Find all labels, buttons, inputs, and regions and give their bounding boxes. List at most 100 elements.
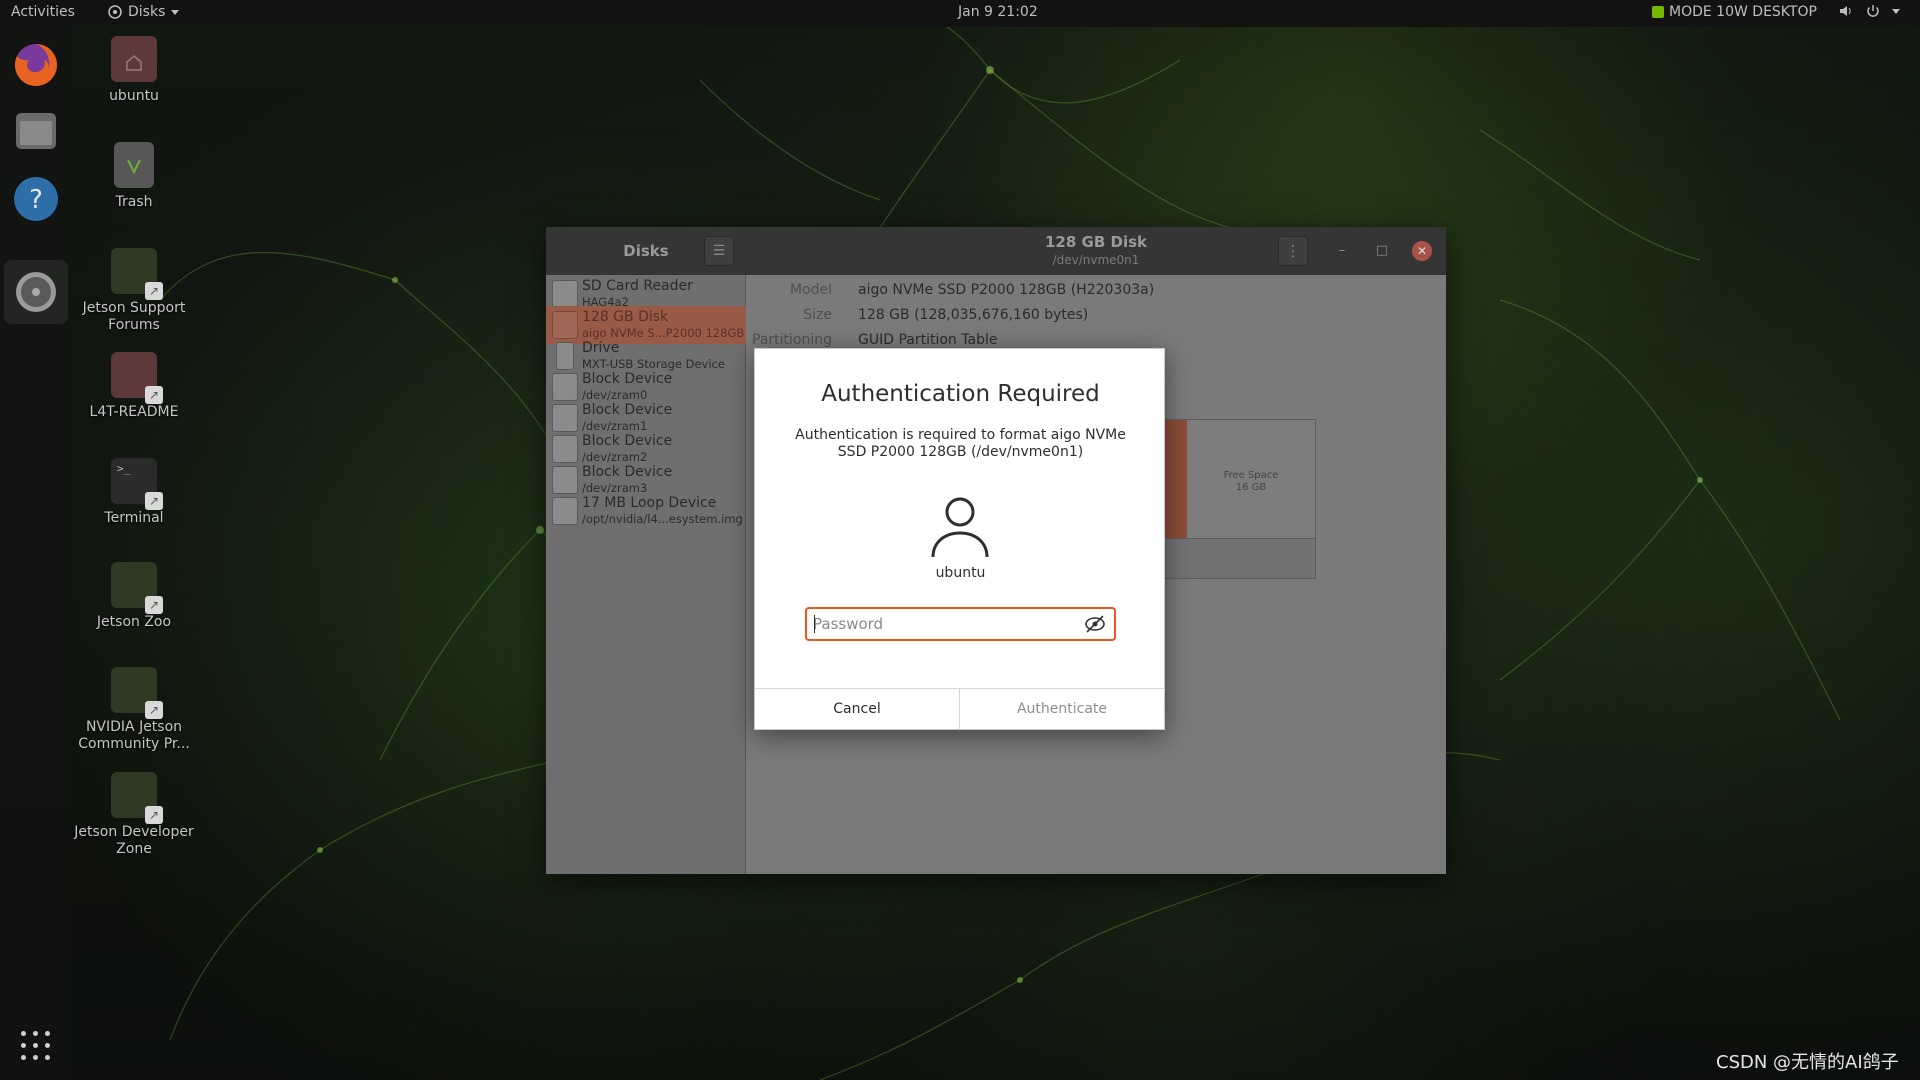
- kebab-menu-icon: ⋮: [1285, 242, 1301, 260]
- device-list: SD Card Reader HAG4a2 128 GB Disk aigo N…: [546, 275, 746, 874]
- desktop-icon-label: Jetson Zoo: [96, 614, 172, 630]
- desktop-icon-jetson-zoo[interactable]: ↗ Jetson Zoo: [69, 562, 199, 631]
- close-button[interactable]: ✕: [1412, 241, 1432, 261]
- close-icon: ✕: [1416, 244, 1428, 258]
- home-folder-icon: [111, 36, 157, 82]
- app-menu[interactable]: Disks: [108, 4, 180, 20]
- authenticate-button[interactable]: Authenticate: [960, 689, 1164, 730]
- chevron-down-icon: [171, 9, 180, 15]
- link-arrow-icon: ↗: [145, 492, 163, 510]
- device-item-loop-device[interactable]: 17 MB Loop Device /opt/nvidia/l4...esyst…: [546, 492, 746, 530]
- menu-icon: ☰: [712, 243, 726, 259]
- link-arrow-icon: ↗: [145, 596, 163, 614]
- device-name: Block Device: [582, 464, 673, 480]
- disks-app-icon: [108, 5, 122, 19]
- top-bar: Activities Disks Jan 9 21:02 MODE 10W DE…: [0, 0, 1920, 27]
- hide-password-icon[interactable]: [1083, 613, 1107, 635]
- maximize-button[interactable]: □: [1372, 241, 1392, 261]
- desktop-icon-label: NVIDIA Jetson Community Pr...: [78, 719, 190, 752]
- block-device-icon: [552, 466, 578, 494]
- desktop-icon-terminal[interactable]: >_ ↗ Terminal: [69, 458, 199, 527]
- link-arrow-icon: ↗: [145, 701, 163, 719]
- desktop-icon-label: Trash: [115, 194, 153, 210]
- cancel-button[interactable]: Cancel: [755, 689, 960, 730]
- dock-item-help[interactable]: ?: [12, 175, 60, 223]
- desktop-icon-label: Jetson Support Forums: [82, 300, 186, 333]
- app-menu-label: Disks: [128, 4, 166, 20]
- trash-icon: [114, 142, 154, 188]
- desktop-icon-home[interactable]: ubuntu: [69, 36, 199, 105]
- firefox-icon: [14, 44, 57, 86]
- link-arrow-icon: ↗: [145, 806, 163, 824]
- power-icon: [1867, 5, 1879, 17]
- password-input[interactable]: [813, 613, 1073, 635]
- password-field[interactable]: [805, 607, 1116, 641]
- device-name: SD Card Reader: [582, 278, 693, 294]
- dock-item-firefox[interactable]: [12, 41, 60, 89]
- hamburger-menu-button[interactable]: ☰: [704, 236, 734, 266]
- watermark: CSDN @无情的AI鸽子: [1716, 1052, 1899, 1073]
- nvidia-link-icon: ↗: [111, 667, 163, 719]
- desktop-icon-jetson-developer-zone[interactable]: ↗ Jetson Developer Zone: [69, 772, 199, 858]
- block-device-icon: [552, 373, 578, 401]
- device-name: Block Device: [582, 402, 673, 418]
- nvidia-link-icon: ↗: [111, 772, 163, 824]
- authentication-dialog: Authentication Required Authentication i…: [754, 348, 1165, 730]
- desktop-icon-label: Terminal: [104, 510, 164, 526]
- dialog-title: Authentication Required: [821, 381, 1100, 407]
- disk-path: /dev/nvme0n1: [1052, 253, 1140, 267]
- size-value: 128 GB (128,035,676,160 bytes): [858, 307, 1089, 323]
- clock[interactable]: Jan 9 21:02: [958, 4, 1038, 20]
- system-menu[interactable]: [1838, 3, 1900, 19]
- loop-device-icon: [552, 497, 578, 525]
- device-name: Block Device: [582, 371, 673, 387]
- desktop-icon-label: ubuntu: [109, 88, 159, 104]
- text-cursor: [814, 615, 815, 633]
- power-mode-label: MODE 10W DESKTOP: [1669, 4, 1817, 20]
- device-name: Block Device: [582, 433, 673, 449]
- model-value: aigo NVMe SSD P2000 128GB (H220303a): [858, 282, 1155, 298]
- usb-drive-icon: [556, 342, 574, 370]
- disks-icon: [16, 272, 56, 312]
- dock-item-disks[interactable]: [12, 268, 60, 316]
- dialog-button-row: Cancel Authenticate: [755, 688, 1164, 730]
- power-mode-indicator[interactable]: MODE 10W DESKTOP: [1652, 4, 1817, 20]
- desktop-icon-jetson-community[interactable]: ↗ NVIDIA Jetson Community Pr...: [69, 667, 199, 753]
- disk-title: 128 GB Disk: [1045, 233, 1147, 251]
- svg-text:?: ?: [29, 185, 43, 215]
- block-device-icon: [552, 435, 578, 463]
- device-name: 128 GB Disk: [582, 309, 669, 325]
- chevron-down-icon: [1892, 8, 1900, 14]
- block-device-icon: [552, 404, 578, 432]
- dock-item-files[interactable]: [12, 107, 60, 155]
- drive-options-button[interactable]: ⋮: [1278, 236, 1308, 266]
- link-arrow-icon: ↗: [145, 386, 163, 404]
- files-icon: [16, 113, 56, 149]
- free-space-segment[interactable]: Free Space 16 GB: [1187, 420, 1315, 538]
- partitioning-label: Partitioning: [752, 332, 832, 348]
- desktop-icon-jetson-support-forums[interactable]: ↗ Jetson Support Forums: [69, 248, 199, 334]
- nvidia-link-icon: ↗: [111, 562, 163, 614]
- show-applications-button[interactable]: [21, 1031, 51, 1061]
- sd-card-icon: [552, 280, 578, 308]
- dock: ?: [0, 27, 72, 1080]
- user-avatar-icon: [931, 497, 989, 558]
- partitioning-value: GUID Partition Table: [858, 332, 998, 348]
- dialog-message: Authentication is required to format aig…: [795, 427, 1126, 460]
- ssd-icon: [552, 311, 578, 339]
- free-space-size: 16 GB: [1235, 482, 1267, 493]
- link-arrow-icon: ↗: [145, 282, 163, 300]
- desktop-icon-trash[interactable]: Trash: [69, 142, 199, 211]
- minimize-button[interactable]: –: [1332, 241, 1352, 261]
- desktop-icon-label: L4T-README: [89, 404, 179, 420]
- activities-button[interactable]: Activities: [11, 4, 75, 20]
- device-sub: /opt/nvidia/l4...esystem.img: [582, 512, 743, 526]
- free-space-label: Free Space: [1223, 470, 1279, 481]
- desktop-icon-l4t-readme[interactable]: ↗ L4T-README: [69, 352, 199, 421]
- nvidia-link-icon: ↗: [111, 248, 163, 300]
- folder-link-icon: ↗: [111, 352, 163, 404]
- help-icon: ?: [14, 177, 58, 221]
- username-label: ubuntu: [935, 565, 986, 581]
- desktop-icon-label: Jetson Developer Zone: [74, 824, 194, 857]
- window-header: Disks ☰ 128 GB Disk /dev/nvme0n1 ⋮ – □ ✕: [546, 227, 1446, 275]
